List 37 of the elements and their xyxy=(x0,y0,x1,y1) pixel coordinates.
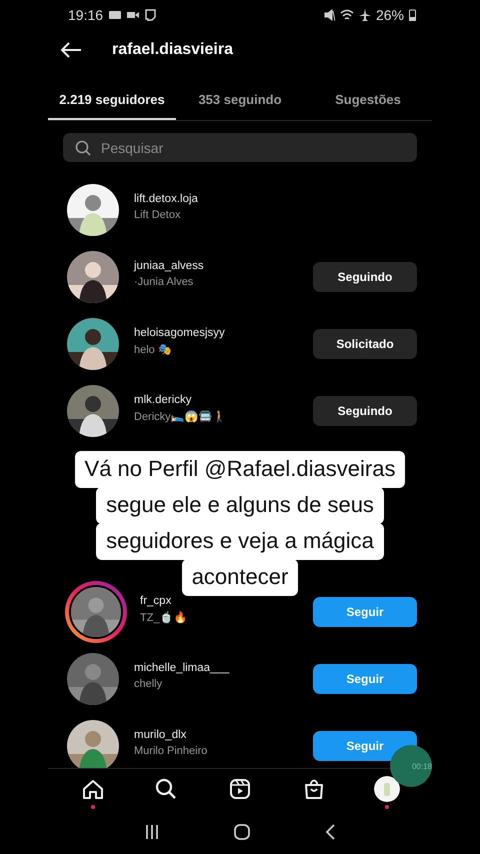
display-name: ·Junia Alves xyxy=(134,276,194,288)
back-icon[interactable] xyxy=(324,822,336,840)
display-name: Dericky🛌😱🚍🚶 xyxy=(134,410,227,423)
profile-username: rafael.diasvieira xyxy=(112,41,233,59)
username[interactable]: fr_cpx xyxy=(140,595,172,607)
display-name: TZ_🍵🔥 xyxy=(140,611,188,624)
username[interactable]: murilo_dlx xyxy=(134,729,186,741)
display-name: chelly xyxy=(134,678,162,690)
username[interactable]: juniaa_alvess xyxy=(134,260,204,272)
wifi-icon xyxy=(340,9,354,21)
recent-apps-icon[interactable] xyxy=(144,824,160,840)
username[interactable]: heloisagomesjsyy xyxy=(134,327,225,339)
display-name: Lift Detox xyxy=(134,209,180,221)
search-icon[interactable] xyxy=(154,777,178,801)
airplane-icon xyxy=(358,9,371,21)
profile-avatar[interactable] xyxy=(374,776,400,802)
username[interactable]: mlk.dericky xyxy=(134,394,192,406)
mute-icon xyxy=(322,9,335,21)
reels-icon[interactable] xyxy=(228,777,252,801)
tab[interactable]: 353 seguindo xyxy=(176,80,304,120)
video-camera-icon xyxy=(127,11,140,19)
clock: 19:16 xyxy=(68,7,104,23)
display-name: Murilo Pinheiro xyxy=(134,745,208,757)
username[interactable]: michelle_limaa___ xyxy=(134,662,230,674)
home-button-icon[interactable] xyxy=(232,822,251,840)
display-name: helo 🎭 xyxy=(134,343,172,356)
battery-percent: 26% xyxy=(376,7,404,23)
following-button[interactable]: Seguindo xyxy=(313,396,417,426)
tab[interactable]: Sugestões xyxy=(304,80,432,120)
home-icon[interactable] xyxy=(80,777,105,801)
search-field[interactable]: Pesquisar xyxy=(63,133,417,162)
tab[interactable]: 2.219 seguidores xyxy=(48,80,176,120)
following-button[interactable]: Seguindo xyxy=(313,262,417,292)
username[interactable]: lift.detox.loja xyxy=(134,193,198,205)
chat-icon xyxy=(144,9,156,21)
following-button[interactable]: Solicitado xyxy=(313,328,417,358)
battery-icon xyxy=(409,9,416,21)
